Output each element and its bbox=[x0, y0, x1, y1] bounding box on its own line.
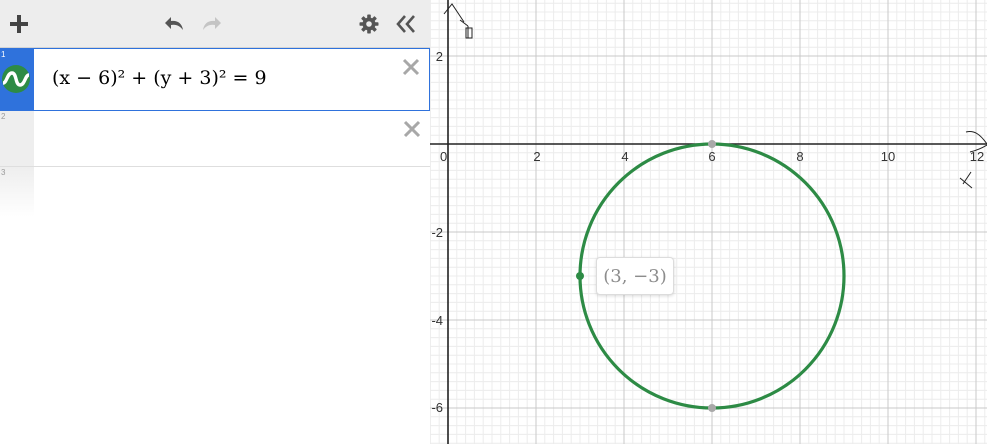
x-tick-label: 10 bbox=[881, 149, 895, 164]
major-gridlines bbox=[430, 0, 987, 444]
y-tick-label: -2 bbox=[431, 225, 443, 240]
sine-wave-icon bbox=[2, 71, 30, 87]
collapse-panel-button[interactable] bbox=[390, 9, 422, 39]
undo-icon bbox=[165, 17, 183, 30]
redo-button[interactable] bbox=[196, 9, 226, 39]
expression-row[interactable]: 2 bbox=[0, 111, 430, 167]
expression-index: 1 bbox=[1, 50, 6, 59]
x-tick-label: 12 bbox=[970, 149, 984, 164]
x-tick-label: 4 bbox=[621, 149, 628, 164]
y-tick-label: -6 bbox=[431, 400, 443, 415]
axes bbox=[430, 0, 987, 444]
gear-icon bbox=[359, 14, 379, 34]
expression-gutter: 1 bbox=[0, 49, 34, 110]
point-of-interest bbox=[708, 140, 716, 148]
minor-gridlines bbox=[430, 0, 987, 444]
expression-row[interactable]: 1 (x − 6)² + (y + 3)² = 9 bbox=[0, 48, 430, 111]
plus-icon bbox=[10, 15, 28, 33]
expression-index: 2 bbox=[1, 112, 6, 121]
expression-panel: 1 (x − 6)² + (y + 3)² = 9 2 3 bbox=[0, 0, 430, 444]
redo-icon bbox=[203, 17, 221, 30]
expression-toolbar bbox=[0, 0, 430, 48]
double-chevron-left-icon bbox=[396, 15, 415, 33]
graph-canvas[interactable]: 0 2 4 6 8 10 12 2 -2 -4 -6 bbox=[430, 0, 987, 444]
delete-expression-button[interactable] bbox=[400, 117, 424, 141]
y-tick-label: -4 bbox=[431, 313, 443, 328]
undo-button[interactable] bbox=[160, 9, 190, 39]
expression-index: 3 bbox=[1, 168, 6, 177]
close-icon bbox=[402, 58, 420, 76]
graph-color-icon[interactable] bbox=[2, 65, 30, 93]
point-coordinate-label[interactable]: (3, −3) bbox=[596, 257, 674, 295]
expression-gutter: 2 bbox=[0, 111, 34, 166]
y-axis-arrow-scribble bbox=[443, 3, 465, 23]
x-tick-label: 2 bbox=[533, 149, 540, 164]
point-of-interest bbox=[708, 404, 716, 412]
x-tick-label: 6 bbox=[708, 149, 715, 164]
delete-expression-button[interactable] bbox=[399, 55, 423, 79]
graph-paper[interactable]: 0 2 4 6 8 10 12 2 -2 -4 -6 bbox=[430, 0, 987, 444]
labeled-point bbox=[576, 272, 584, 280]
expression-gutter: 3 bbox=[0, 167, 34, 217]
x-tick-label: 8 bbox=[796, 149, 803, 164]
settings-button[interactable] bbox=[354, 9, 384, 39]
expression-math[interactable]: (x − 6)² + (y + 3)² = 9 bbox=[52, 67, 267, 89]
x-tick-label: 0 bbox=[440, 149, 447, 164]
expression-row[interactable]: 3 bbox=[0, 167, 430, 217]
y-tick-label: 2 bbox=[436, 49, 443, 64]
add-expression-button[interactable] bbox=[4, 9, 34, 39]
close-icon bbox=[403, 120, 421, 138]
x-letter-scribble bbox=[959, 171, 973, 189]
